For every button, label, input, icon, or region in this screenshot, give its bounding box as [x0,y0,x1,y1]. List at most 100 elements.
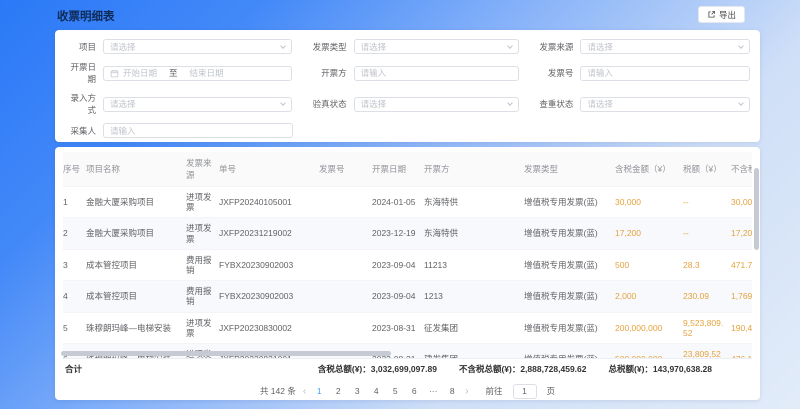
horizontal-scrollbar[interactable] [61,351,391,356]
table-cell: -- [683,187,731,218]
goto-label: 前往 [486,385,503,397]
summary-row: 合计 含税总额(¥)：3,032,699,097.89不含税总额(¥)：2,88… [63,358,752,379]
prev-page-button[interactable]: ‹ [303,386,306,397]
table-cell: 1 [63,187,86,218]
table-cell [319,281,372,312]
table-row[interactable]: 2金融大厦采购项目进项发票JXFP202312190022023-12-19东海… [63,218,752,249]
invoice-number-label: 发票号 [519,67,580,79]
verification-status-label: 验真状态 [292,98,354,110]
invoice-number-input[interactable]: 请输入 [580,66,750,81]
export-button[interactable]: 导出 [698,6,745,23]
page-number-button[interactable]: 6 [408,386,420,396]
goto-suffix: 页 [547,385,556,397]
table-cell: 增值税专用发票(蓝) [524,218,615,249]
table-cell: 东海特供 [424,187,524,218]
table-cell: 2023-08-31 [372,312,424,343]
page-number-list: 123456···8 [313,386,458,396]
table-column-header: 发票类型 [524,152,615,187]
table-cell: 成本管控项目 [86,281,186,312]
table-cell: 1213 [424,281,524,312]
invoice-number-placeholder: 请输入 [587,67,613,79]
table-cell: JXFP20240105001 [219,187,319,218]
table-cell [319,218,372,249]
table-cell: 增值税专用发票(蓝) [524,249,615,280]
table-cell: 征发集团 [424,312,524,343]
table-column-header: 开票日期 [372,152,424,187]
page-title: 收票明细表 [57,8,115,24]
table-scroll-area[interactable]: 序号项目名称发票来源单号发票号开票日期开票方发票类型含税金额（¥）税额（¥）不含… [63,152,752,358]
collector-label: 采集人 [65,125,103,137]
table-cell: JXFP20230830002 [219,312,319,343]
entry-method-select[interactable]: 请选择 [103,97,292,112]
table-cell: 5 [63,312,86,343]
date-separator: 至 [169,67,178,79]
table-cell: 230.09 [683,281,731,312]
table-row[interactable]: 5珠穆朗玛峰—电梯安装进项发票JXFP202308300022023-08-31… [63,312,752,343]
table-cell: 3 [63,249,86,280]
next-page-button[interactable]: › [465,386,468,397]
table-column-header: 不含税金额（¥） [731,152,752,187]
table-cell: 17,200 [731,218,752,249]
chevron-down-icon [280,100,286,106]
issuer-label: 开票方 [292,67,354,79]
table-column-header: 开票方 [424,152,524,187]
table-cell: 500,000,000 [615,343,683,358]
page-number-button[interactable]: 4 [370,386,382,396]
table-cell: 17,200 [615,218,683,249]
table-row[interactable]: 4成本管控项目费用报销FYBX202309020032023-09-041213… [63,281,752,312]
summary-total: 含税总额(¥)：3,032,699,097.89 [318,363,437,375]
table-cell [319,187,372,218]
table-cell: 2023-09-04 [372,249,424,280]
table-cell: 2 [63,218,86,249]
page-number-button[interactable]: 5 [389,386,401,396]
table-cell: 23,809,523.81 [683,343,731,358]
verification-status-select[interactable]: 请选择 [354,97,520,112]
invoice-source-select[interactable]: 请选择 [580,39,750,54]
table-column-header: 税额（¥） [683,152,731,187]
table-cell: JXFP20231219002 [219,218,319,249]
entry-method-label: 录入方式 [65,92,103,116]
table-cell: 200,000,000 [615,312,683,343]
table-cell: 28.3 [683,249,731,280]
duplicate-status-select[interactable]: 请选择 [580,97,750,112]
chevron-down-icon [738,43,744,49]
end-date-placeholder: 结束日期 [190,67,224,79]
table-cell: 进项发票 [186,312,219,343]
table-column-header: 发票来源 [186,152,219,187]
invoice-date-range[interactable]: 开始日期 至 结束日期 [103,66,292,81]
invoice-type-select[interactable]: 请选择 [354,39,520,54]
invoice-date-label: 开票日期 [65,61,103,85]
invoice-source-placeholder: 请选择 [587,41,613,53]
page-number-button[interactable]: 3 [351,386,363,396]
table-cell: 500 [615,249,683,280]
collector-input[interactable]: 请输入 [103,123,293,138]
table-cell: 东海特供 [424,218,524,249]
calendar-icon [110,69,119,78]
page-number-button[interactable]: 8 [446,386,458,396]
goto-page-input[interactable] [513,384,537,399]
table-cell: 进项发票 [186,187,219,218]
table-column-header: 序号 [63,152,86,187]
invoice-table-panel: 序号项目名称发票来源单号发票号开票日期开票方发票类型含税金额（¥）税额（¥）不含… [55,147,760,400]
summary-totals: 含税总额(¥)：3,032,699,097.89不含税总额(¥)：2,888,7… [318,363,750,375]
table-column-header: 发票号 [319,152,372,187]
vertical-scrollbar[interactable] [754,168,759,250]
table-column-header: 项目名称 [86,152,186,187]
table-row[interactable]: 3成本管控项目费用报销FYBX202309020032023-09-041121… [63,249,752,280]
table-cell [319,249,372,280]
filter-panel: 项目 请选择 发票类型 请选择 发票来源 请选择 开票日期 [55,30,760,142]
table-cell: 471.7 [731,249,752,280]
invoice-type-placeholder: 请选择 [361,41,387,53]
table-column-header: 含税金额（¥） [615,152,683,187]
project-select[interactable]: 请选择 [103,39,292,54]
table-cell: 1,769.91 [731,281,752,312]
page-number-button[interactable]: 2 [332,386,344,396]
project-placeholder: 请选择 [110,41,136,53]
table-cell: 金融大厦采购项目 [86,218,186,249]
table-row[interactable]: 1金融大厦采购项目进项发票JXFP202401050012024-01-05东海… [63,187,752,218]
issuer-input[interactable]: 请输入 [354,66,520,81]
invoice-source-label: 发票来源 [519,41,580,53]
table-cell [319,312,372,343]
page-number-button[interactable]: 1 [313,386,325,396]
table-column-header: 单号 [219,152,319,187]
